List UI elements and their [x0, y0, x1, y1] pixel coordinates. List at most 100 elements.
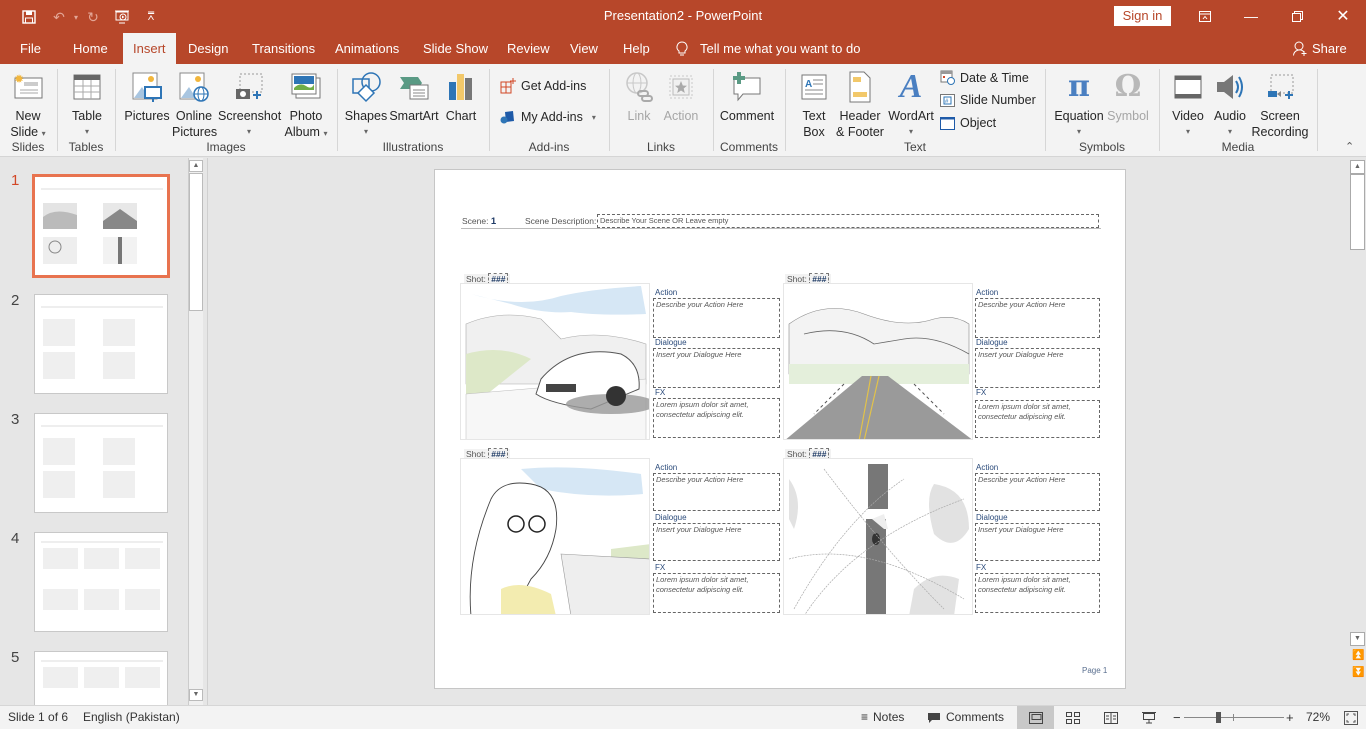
fit-slide-button[interactable] — [1344, 706, 1358, 729]
save-icon[interactable] — [20, 8, 38, 26]
tab-design[interactable]: Design — [186, 33, 230, 64]
get-addins-button[interactable]: Get Add-ins — [500, 78, 586, 94]
scroll-down-icon[interactable]: ▼ — [189, 689, 203, 701]
tab-home[interactable]: Home — [71, 33, 110, 64]
slide-sorter-button[interactable] — [1066, 706, 1080, 729]
tab-slide-show[interactable]: Slide Show — [421, 33, 490, 64]
object-button[interactable]: Object — [940, 116, 996, 130]
online-pictures-button[interactable]: Online Pictures — [172, 69, 217, 140]
slide-canvas[interactable]: Scene: 1 Scene Description: Describe You… — [434, 169, 1126, 689]
scrollbar-thumb[interactable] — [189, 173, 203, 311]
notes-button[interactable]: ≡ Notes — [861, 706, 904, 729]
normal-view-button[interactable] — [1017, 706, 1054, 729]
tab-insert[interactable]: Insert — [123, 33, 176, 64]
zoom-out-button[interactable]: − — [1173, 706, 1181, 729]
chart-button[interactable]: Chart — [442, 69, 480, 124]
present-from-start-icon[interactable] — [113, 8, 131, 26]
fx-field[interactable]: Lorem ipsum dolor sit amet, consectetur … — [975, 573, 1100, 613]
collapse-ribbon-icon[interactable]: ⌃ — [1345, 140, 1354, 153]
shot-image-2[interactable] — [783, 283, 973, 440]
tab-transitions[interactable]: Transitions — [250, 33, 317, 64]
tab-review[interactable]: Review — [505, 33, 552, 64]
tab-animations[interactable]: Animations — [333, 33, 401, 64]
symbol-button[interactable]: Ω Symbol — [1105, 69, 1151, 124]
tab-help[interactable]: Help — [621, 33, 652, 64]
shot-image-1[interactable] — [460, 283, 650, 440]
share-button[interactable]: Share — [1293, 33, 1347, 64]
slide-number-button[interactable]: # Slide Number — [940, 93, 1036, 107]
screen-recording-button[interactable]: Screen Recording — [1250, 69, 1310, 140]
slide-scrollbar[interactable]: ▲ ▼ ⏫ ⏬ — [1349, 158, 1366, 705]
date-time-button[interactable]: Date & Time — [940, 70, 1029, 85]
shapes-button[interactable]: Shapes ▾ — [344, 69, 388, 140]
ribbon-display-options-icon[interactable] — [1182, 0, 1228, 32]
scroll-down-icon[interactable]: ▼ — [1350, 632, 1365, 646]
wordart-button[interactable]: A WordArt ▾ — [887, 69, 935, 140]
scroll-up-icon[interactable]: ▲ — [1350, 160, 1365, 174]
comment-button[interactable]: Comment — [718, 69, 776, 124]
slide-thumbnail-1[interactable] — [32, 174, 170, 278]
reading-view-button[interactable] — [1104, 706, 1118, 729]
video-button[interactable]: Video ▾ — [1168, 69, 1208, 140]
scene-description-field[interactable]: Describe Your Scene OR Leave empty — [597, 214, 1099, 228]
zoom-slider-thumb[interactable] — [1216, 712, 1222, 723]
dialogue-field[interactable]: Insert your Dialogue Here — [975, 523, 1100, 561]
new-slide-button[interactable]: ✹ New Slide ▾ — [6, 69, 50, 142]
fx-field[interactable]: Lorem ipsum dolor sit amet, consectetur … — [653, 398, 780, 438]
text-box-button[interactable]: A Text Box — [796, 69, 832, 140]
equation-button[interactable]: π Equation ▾ — [1053, 69, 1105, 140]
redo-icon[interactable]: ↻ — [84, 8, 102, 26]
table-button[interactable]: Table ▾ — [66, 69, 108, 140]
audio-button[interactable]: Audio ▾ — [1210, 69, 1250, 140]
zoom-in-button[interactable]: + — [1286, 706, 1294, 729]
pictures-button[interactable]: Pictures — [124, 69, 170, 124]
action-field[interactable]: Describe your Action Here — [653, 298, 780, 338]
dialogue-field[interactable]: Insert your Dialogue Here — [653, 523, 780, 561]
tab-file[interactable]: File — [18, 33, 43, 64]
video-icon — [1168, 69, 1208, 105]
slide-thumbnail-4[interactable] — [34, 532, 168, 632]
shot-image-3[interactable] — [460, 458, 650, 615]
tell-me-search[interactable]: Tell me what you want to do — [676, 33, 860, 64]
smartart-button[interactable]: SmartArt — [388, 69, 440, 124]
dialogue-field[interactable]: Insert your Dialogue Here — [653, 348, 780, 388]
zoom-percentage[interactable]: 72% — [1306, 706, 1330, 729]
slide-thumbnail-3[interactable] — [34, 413, 168, 513]
undo-icon[interactable]: ↶ — [50, 8, 68, 26]
close-icon[interactable]: ✕ — [1320, 0, 1366, 32]
action-field[interactable]: Describe your Action Here — [975, 298, 1100, 338]
action-field[interactable]: Describe your Action Here — [975, 473, 1100, 511]
customize-qat-icon[interactable]: ⩞ — [142, 8, 160, 26]
slide-thumbnail-2[interactable] — [34, 294, 168, 394]
table-label: Table — [72, 109, 102, 123]
restore-icon[interactable] — [1274, 0, 1320, 32]
tab-view[interactable]: View — [568, 33, 600, 64]
photo-album-button[interactable]: Photo Album ▾ — [282, 69, 330, 142]
screen-recording-icon — [1250, 69, 1310, 105]
undo-dropdown-icon[interactable]: ▾ — [67, 8, 85, 26]
action-field[interactable]: Describe your Action Here — [653, 473, 780, 511]
link-button[interactable]: Link — [620, 69, 658, 124]
header-footer-button[interactable]: Header & Footer — [834, 69, 886, 140]
scrollbar-thumb[interactable] — [1350, 174, 1365, 250]
group-label-images: Images — [206, 140, 246, 154]
shot-image-4[interactable] — [783, 458, 973, 615]
minimize-icon[interactable]: — — [1228, 0, 1274, 32]
fx-field[interactable]: Lorem ipsum dolor sit amet, consectetur … — [975, 400, 1100, 438]
slide-thumbnail-5[interactable] — [34, 651, 168, 705]
slide-show-button[interactable] — [1142, 706, 1156, 729]
next-slide-icon[interactable]: ⏬ — [1352, 667, 1364, 678]
screenshot-button[interactable]: Screenshot ▾ — [218, 69, 281, 140]
scroll-up-icon[interactable]: ▲ — [189, 160, 203, 172]
my-addins-button[interactable]: My Add-ins ▾ — [500, 109, 596, 125]
dialogue-field[interactable]: Insert your Dialogue Here — [975, 348, 1100, 388]
fx-field[interactable]: Lorem ipsum dolor sit amet, consectetur … — [653, 573, 780, 613]
sign-in-button[interactable]: Sign in — [1114, 6, 1171, 26]
previous-slide-icon[interactable]: ⏫ — [1352, 650, 1364, 661]
zoom-slider-track[interactable] — [1184, 717, 1284, 718]
action-button[interactable]: Action — [660, 69, 702, 124]
thumbnails-scrollbar[interactable]: ▲ ▼ — [188, 158, 203, 705]
comments-button[interactable]: Comments — [927, 706, 1004, 729]
language-indicator[interactable]: English (Pakistan) — [83, 706, 180, 729]
chevron-down-icon: ▾ — [246, 127, 251, 136]
